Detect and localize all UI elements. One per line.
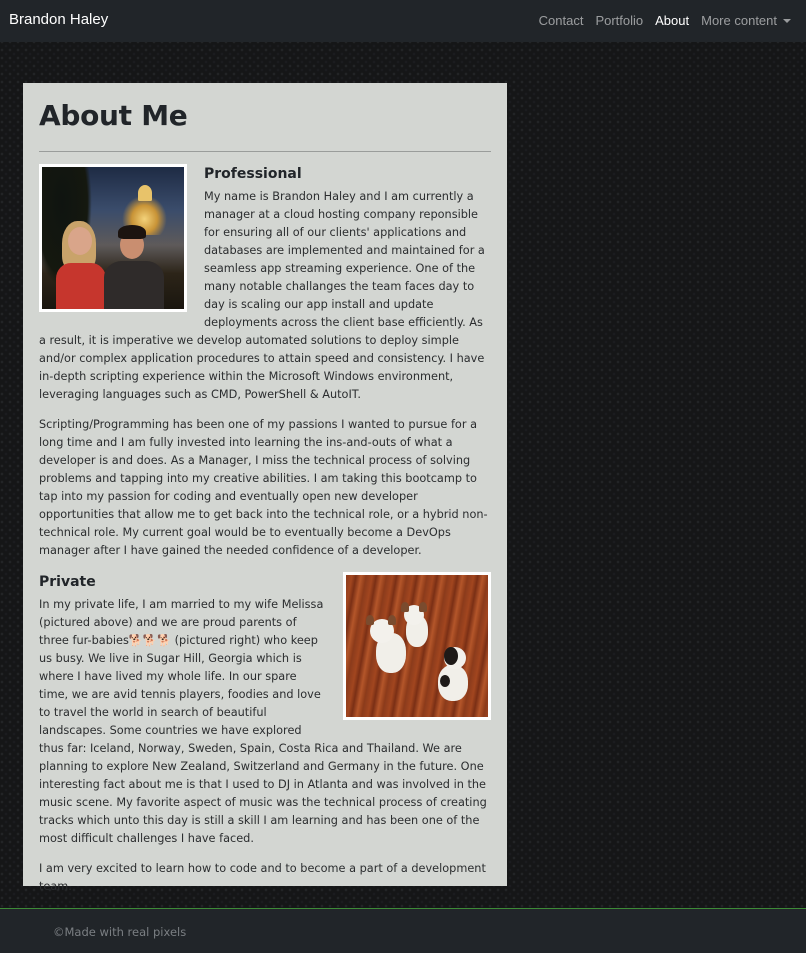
nav-link-contact[interactable]: Contact [539, 13, 584, 28]
professional-paragraph-2: Scripting/Programming has been one of my… [39, 418, 488, 557]
nav-dropdown-more-content[interactable]: More content [701, 13, 791, 28]
couple-photo [39, 164, 187, 312]
nav-links: Contact Portfolio About More content [527, 13, 791, 28]
page-title: About Me [39, 99, 188, 132]
footer: ©Made with real pixels [0, 908, 806, 953]
brand-link[interactable]: Brandon Haley [9, 11, 108, 28]
navbar: Brandon Haley Contact Portfolio About Mo… [0, 0, 806, 42]
dogs-photo [343, 572, 491, 720]
caret-down-icon [783, 19, 791, 23]
about-card: About Me Professional My name is Brandon… [23, 83, 507, 893]
private-paragraph-2: I am very excited to learn how to code a… [39, 862, 486, 893]
footer-text: ©Made with real pixels [53, 925, 187, 939]
nav-dropdown-label: More content [701, 13, 777, 28]
title-divider [39, 151, 491, 152]
nav-link-portfolio[interactable]: Portfolio [595, 13, 643, 28]
nav-link-about[interactable]: About [655, 13, 689, 28]
